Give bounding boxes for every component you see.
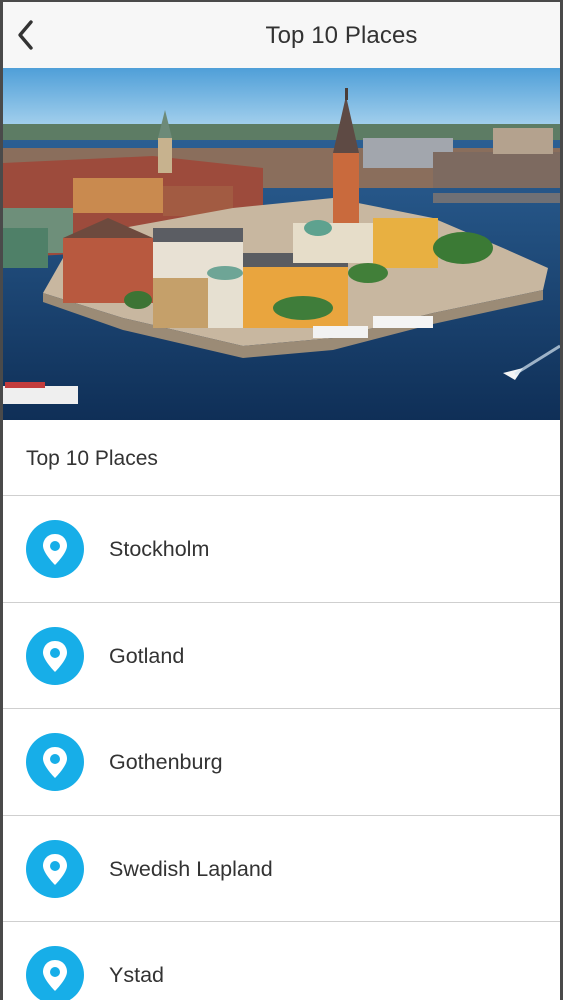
list-item[interactable]: Ystad — [3, 922, 560, 1000]
map-pin-icon — [26, 733, 84, 791]
place-name: Gotland — [109, 643, 185, 668]
hero-image — [3, 68, 560, 420]
list-item[interactable]: Gotland — [3, 603, 560, 709]
place-name: Gothenburg — [109, 750, 223, 774]
chevron-left-icon — [18, 20, 33, 50]
section-header: Top 10 Places — [3, 420, 560, 496]
map-pin-icon — [26, 626, 84, 685]
list-item[interactable]: Gothenburg — [3, 709, 560, 816]
list-item[interactable]: Swedish Lapland — [3, 816, 560, 922]
app-screen: Top 10 Places Top 10 Places Stockholm Go… — [0, 0, 563, 1000]
list-item[interactable]: Stockholm — [3, 496, 560, 603]
navigation-bar: Top 10 Places — [3, 2, 560, 68]
place-name: Swedish Lapland — [109, 856, 273, 881]
places-list: Stockholm Gotland Gothenburg Swedish Lap… — [3, 496, 560, 1000]
map-pin-icon — [26, 520, 84, 578]
place-name: Stockholm — [109, 537, 210, 561]
page-title: Top 10 Places — [265, 22, 418, 49]
map-pin-icon — [26, 946, 84, 1000]
back-button[interactable] — [11, 16, 45, 54]
map-pin-icon — [26, 839, 84, 898]
place-name: Ystad — [109, 963, 164, 987]
section-title: Top 10 Places — [26, 447, 158, 470]
